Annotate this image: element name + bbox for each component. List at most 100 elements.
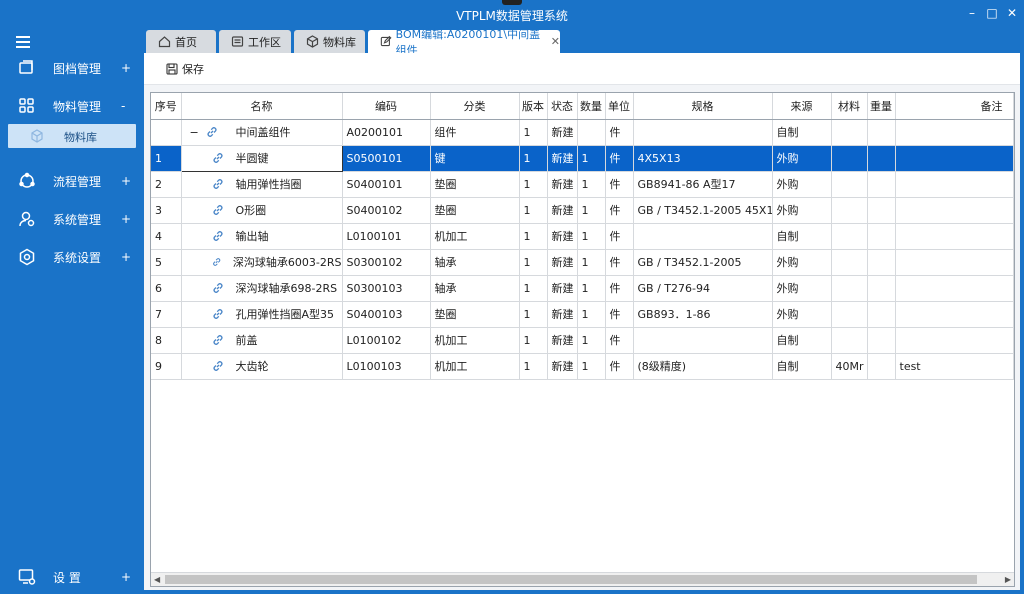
sidebar-item-workflow[interactable]: 流程管理 + [0, 168, 144, 194]
column-header[interactable]: 分类 [430, 93, 520, 120]
cell-material [831, 327, 868, 354]
column-header[interactable]: 名称 [181, 93, 343, 120]
tab-bom-edit[interactable]: BOM编辑:A0200101\中间盖组件 ✕ [368, 28, 560, 57]
collapse-toggle-icon[interactable]: − [190, 126, 200, 139]
close-button[interactable]: ✕ [1006, 6, 1018, 20]
sidebar-item-settings[interactable]: 设 置 + [0, 564, 144, 590]
tab-strip: 首页 工作区 物料库 BOM编辑:A0200101\中间盖组件 ✕ [144, 28, 1020, 57]
cell-name[interactable]: 深沟球轴承6003-2RS [181, 249, 343, 276]
tab-workspace[interactable]: 工作区 [219, 30, 291, 53]
table-row[interactable]: 6 深沟球轴承698-2RS S0300103 轴承 1 新建 1 件 GB / T276-94… [151, 275, 1014, 302]
column-header[interactable]: 规格 [633, 93, 773, 120]
cell-status: 新建 [547, 119, 578, 146]
cell-remark [895, 223, 1014, 250]
cell-source: 自制 [772, 353, 832, 380]
table-row[interactable]: 8 前盖 L0100102 机加工 1 新建 1 件自制 [151, 327, 1014, 354]
sidebar-item-label: 系统管理 [53, 212, 102, 227]
minimize-button[interactable]: – [966, 6, 978, 20]
save-button[interactable]: 保存 [166, 61, 204, 77]
column-header[interactable]: 材料 [831, 93, 868, 120]
expand-icon[interactable]: + [121, 174, 131, 188]
table-row[interactable]: 1 半圆键 S0500101 键 1 新建 1 件 4X5X13 外购 [151, 144, 1014, 172]
sidebar-item-label: 系统设置 [53, 250, 102, 265]
cell-weight [867, 327, 896, 354]
expand-icon[interactable]: + [121, 250, 131, 264]
sidebar-item-materials[interactable]: 物料管理 - [0, 93, 144, 119]
cell-name[interactable]: 半圆键 [180, 144, 343, 172]
cell-name[interactable]: 轴用弹性挡圈 [181, 171, 343, 198]
tab-label: 物料库 [323, 35, 356, 49]
cell-unit: 件 [605, 301, 634, 328]
document-icon [18, 59, 36, 77]
cell-status: 新建 [547, 249, 578, 276]
column-header[interactable]: 版本 [519, 93, 548, 120]
tab-label: 工作区 [248, 35, 281, 49]
sidebar-item-system-admin[interactable]: 系统管理 + [0, 206, 144, 232]
sidebar-item-system-settings[interactable]: 系统设置 + [0, 244, 144, 270]
table-row[interactable]: 3 O形圈 S0400102 垫圈 1 新建 1 件 GB / T3452.1-2005 45X… [151, 197, 1014, 224]
cell-name[interactable]: 前盖 [181, 327, 343, 354]
cell-name[interactable]: − 中间盖组件 [181, 119, 343, 146]
expand-icon[interactable]: + [121, 61, 131, 75]
cell-name-text: 孔用弹性挡圈A型35 [235, 308, 335, 321]
horizontal-scrollbar[interactable]: ◀ ▶ [151, 572, 1014, 586]
cell-unit: 件 [605, 197, 634, 224]
cell-status: 新建 [547, 353, 578, 380]
cell-material [831, 223, 868, 250]
table-row[interactable]: 9 大齿轮 L0100103 机加工 1 新建 1 件 (8级精度) 自制 40Mr test [151, 353, 1014, 380]
column-header[interactable]: 单位 [605, 93, 634, 120]
column-header[interactable]: 重量 [867, 93, 896, 120]
sidebar-item-drawings[interactable]: 图档管理 + [0, 55, 144, 81]
table-row[interactable]: 4 输出轴 L0100101 机加工 1 新建 1 件自制 [151, 223, 1014, 250]
link-icon [212, 335, 223, 345]
tab-home[interactable]: 首页 [146, 30, 216, 53]
tab-label: 首页 [175, 35, 197, 49]
cell-status: 新建 [547, 145, 578, 172]
menu-icon[interactable] [16, 34, 30, 52]
cell-weight [867, 145, 896, 172]
scrollbar-thumb[interactable] [165, 575, 977, 584]
cell-unit: 件 [605, 327, 634, 354]
scroll-right-icon[interactable]: ▶ [1005, 575, 1011, 584]
cell-source: 自制 [772, 223, 832, 250]
tab-material-library[interactable]: 物料库 [294, 30, 365, 53]
sidebar-subitem-material-library[interactable]: 物料库 [8, 124, 136, 148]
column-header[interactable]: 来源 [772, 93, 832, 120]
column-header[interactable]: 状态 [547, 93, 578, 120]
expand-icon[interactable]: + [121, 570, 131, 584]
cell-index: 9 [151, 353, 182, 380]
expand-icon[interactable]: + [121, 212, 131, 226]
cell-code: S0400103 [342, 301, 431, 328]
cell-status: 新建 [547, 327, 578, 354]
cell-category: 机加工 [430, 353, 520, 380]
maximize-button[interactable]: □ [986, 6, 998, 20]
cell-name[interactable]: 孔用弹性挡圈A型35 [181, 301, 343, 328]
close-tab-icon[interactable]: ✕ [551, 35, 560, 48]
cell-category: 垫圈 [430, 197, 520, 224]
table-row[interactable]: 7 孔用弹性挡圈A型35 S0400103 垫圈 1 新建 1 件 GB893．1-86 外购 [151, 301, 1014, 328]
window-title: VTPLM数据管理系统 [456, 9, 568, 23]
cell-unit: 件 [605, 353, 634, 380]
column-header[interactable]: 编码 [342, 93, 431, 120]
settings-hex-icon [18, 248, 36, 266]
grid-icon [18, 97, 36, 115]
table-row-root[interactable]: − 中间盖组件 A0200101 组件 1 新建 件 自制 [151, 119, 1014, 146]
scroll-left-icon[interactable]: ◀ [154, 575, 160, 584]
cell-status: 新建 [547, 171, 578, 198]
cell-name[interactable]: O形圈 [181, 197, 343, 224]
cell-name[interactable]: 深沟球轴承698-2RS [181, 275, 343, 302]
table-row[interactable]: 2 轴用弹性挡圈 S0400101 垫圈 1 新建 1 件 GB8941-86 A型17 外购 [151, 171, 1014, 198]
column-header[interactable]: 数量 [577, 93, 606, 120]
cell-name[interactable]: 大齿轮 [181, 353, 343, 380]
collapse-icon[interactable]: - [121, 99, 125, 113]
cell-remark: test [895, 353, 1014, 380]
cell-name[interactable]: 输出轴 [181, 223, 343, 250]
column-header[interactable]: 备注 [895, 93, 1014, 120]
bom-grid: 序号 名称 编码 分类 版本 状态 数量 单位 规格 来源 材料 重量 备注 −… [150, 92, 1015, 587]
table-row[interactable]: 5 深沟球轴承6003-2RS S0300102 轴承 1 新建 1 件 GB / T3452.… [151, 249, 1014, 276]
cell-weight [867, 223, 896, 250]
column-header[interactable]: 序号 [151, 93, 182, 120]
cell-qty: 1 [577, 145, 606, 172]
cell-remark [895, 119, 1014, 146]
cell-name-text: 大齿轮 [235, 360, 269, 373]
